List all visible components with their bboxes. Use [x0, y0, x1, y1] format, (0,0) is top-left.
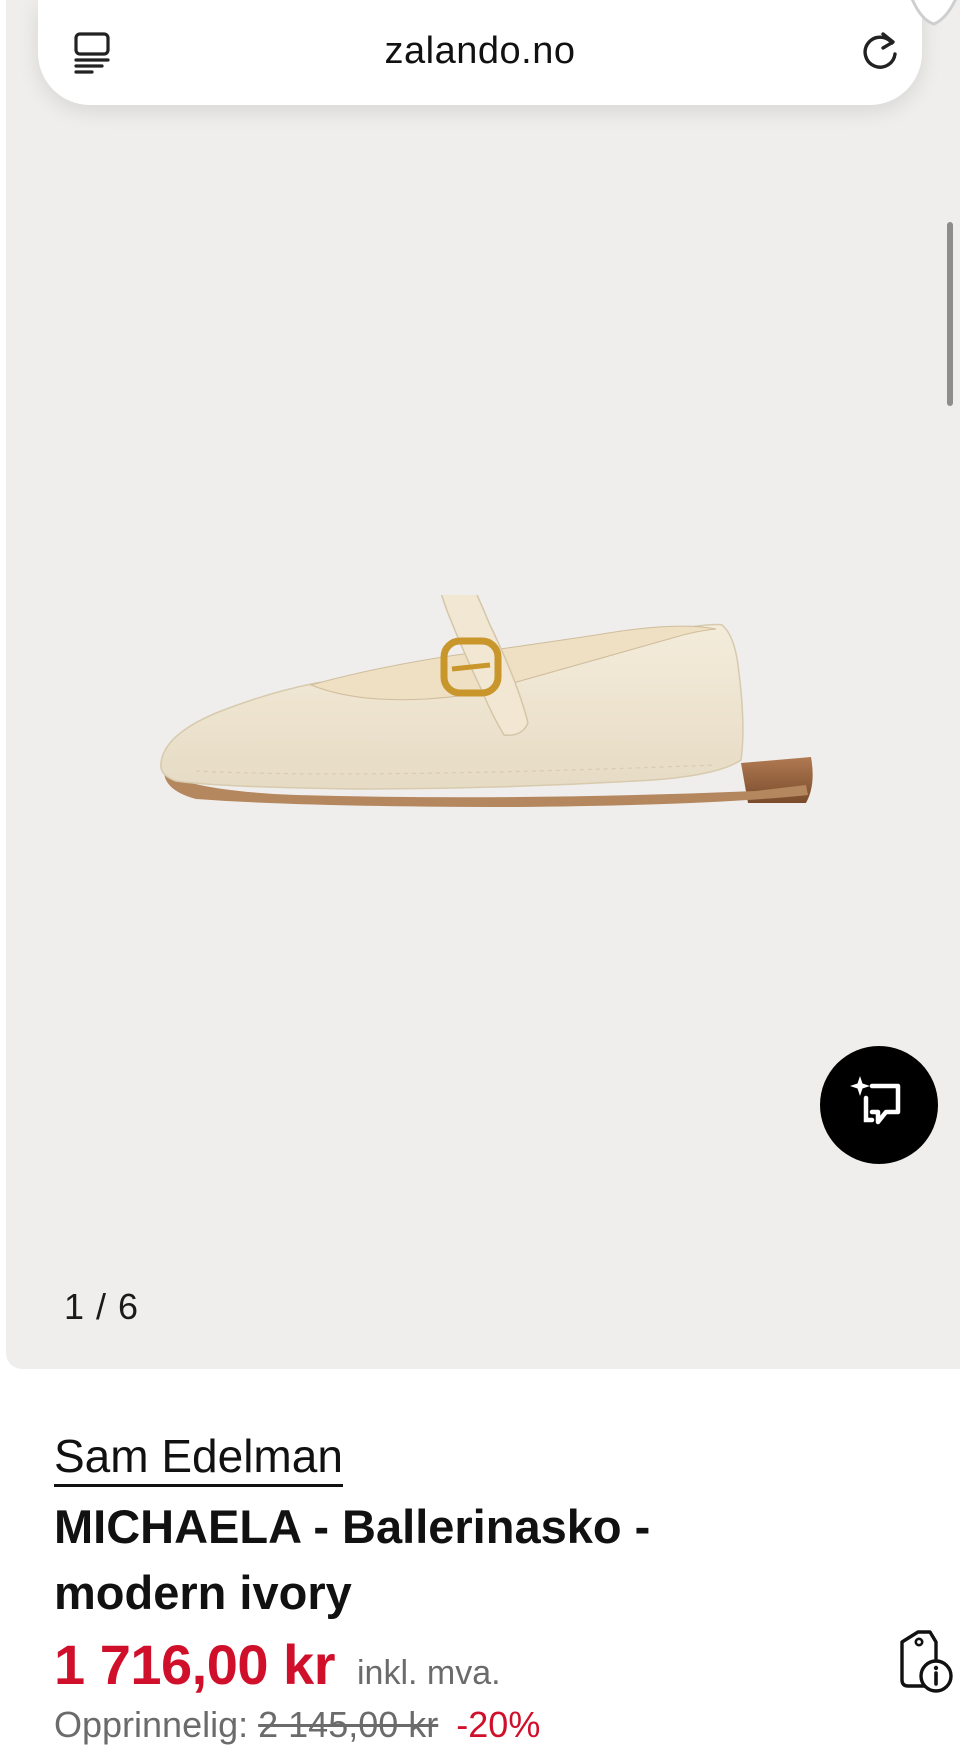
scrollbar[interactable]	[947, 222, 953, 406]
original-price-row: Opprinnelig: 2 145,00 kr -20%	[54, 1704, 540, 1746]
ai-styling-button[interactable]	[820, 1046, 938, 1164]
reader-menu-icon[interactable]	[72, 31, 112, 75]
vat-note: inkl. mva.	[356, 1654, 501, 1692]
browser-address-bar[interactable]: zalando.no	[38, 0, 922, 105]
discount-badge: -20%	[456, 1704, 541, 1745]
price-row: 1 716,00 kr inkl. mva.	[54, 1632, 501, 1697]
original-price: 2 145,00 kr	[258, 1704, 439, 1745]
heart-icon[interactable]	[900, 0, 960, 30]
current-price: 1 716,00 kr	[54, 1633, 335, 1696]
product-page: 1 / 6 zalando.no Sam Edelman MICHAELA - …	[0, 0, 960, 1747]
product-image[interactable]	[156, 595, 856, 835]
sparkle-crop-icon	[846, 1072, 912, 1138]
product-image-gallery[interactable]: 1 / 6	[6, 0, 960, 1369]
original-label: Opprinnelig:	[54, 1704, 249, 1745]
product-title: MICHAELA - Ballerinasko - modern ivory	[54, 1500, 651, 1619]
refresh-icon[interactable]	[858, 30, 902, 74]
price-tag-info-icon[interactable]	[896, 1628, 956, 1694]
image-counter: 1 / 6	[64, 1286, 140, 1327]
brand-link[interactable]: Sam Edelman	[54, 1430, 343, 1487]
url-text[interactable]: zalando.no	[198, 30, 762, 73]
